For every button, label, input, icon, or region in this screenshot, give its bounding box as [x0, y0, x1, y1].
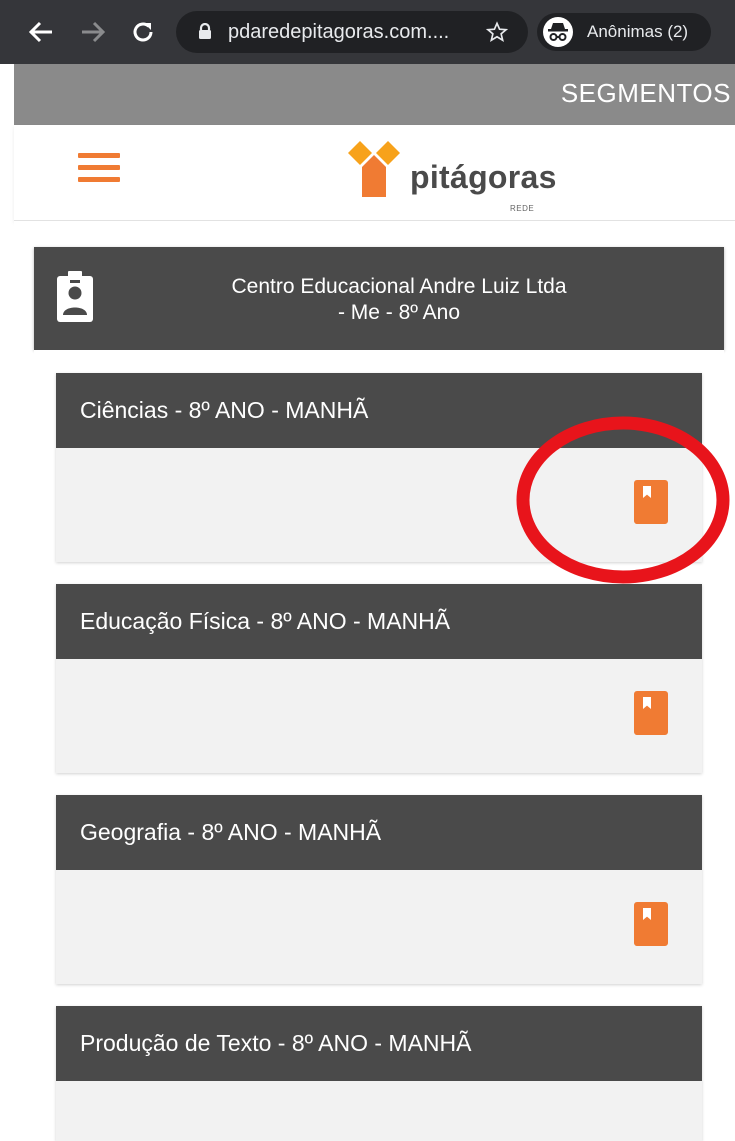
- book-icon[interactable]: [634, 902, 668, 946]
- course-title: Geografia - 8º ANO - MANHÃ: [80, 819, 382, 845]
- course-list: Ciências - 8º ANO - MANHÃ Educação Físic…: [34, 350, 724, 1141]
- school-grade: - Me - 8º Ano: [337, 301, 461, 324]
- course-title: Produção de Texto - 8º ANO - MANHÃ: [80, 1030, 472, 1056]
- arrow-right-icon: [82, 21, 106, 43]
- course-title: Educação Física - 8º ANO - MANHÃ: [80, 608, 451, 634]
- logo-wordmark: pitágoras: [410, 159, 557, 195]
- incognito-profile-chip[interactable]: Anônimas (2): [537, 13, 711, 51]
- browser-toolbar: pdaredepitagoras.com.... Anônimas (2): [0, 0, 735, 64]
- book-icon[interactable]: [634, 480, 668, 524]
- incognito-icon: [543, 17, 573, 47]
- segments-bar: SEGMENTOS: [14, 64, 735, 125]
- lock-icon: [199, 23, 211, 39]
- pitagoras-logo-mark: [348, 141, 400, 197]
- address-bar[interactable]: pdaredepitagoras.com....: [176, 11, 528, 53]
- forward-button[interactable]: [78, 16, 108, 48]
- site-header: pitágoras REDE: [14, 125, 735, 221]
- menu-button[interactable]: [78, 153, 120, 183]
- reload-button[interactable]: [128, 16, 158, 48]
- reload-icon: [133, 22, 153, 42]
- book-icon[interactable]: [634, 691, 668, 735]
- hamburger-icon: [78, 153, 120, 158]
- star-icon[interactable]: [486, 21, 508, 43]
- school-name: Centro Educacional Andre Luiz Ltda: [231, 275, 567, 298]
- main-content: Centro Educacional Andre Luiz Ltda - Me …: [14, 221, 735, 1141]
- pitagoras-logo[interactable]: pitágoras REDE: [344, 137, 564, 213]
- course-card: Ciências - 8º ANO - MANHÃ: [56, 373, 702, 562]
- arrow-left-icon: [28, 21, 52, 43]
- course-card: Geografia - 8º ANO - MANHÃ: [56, 795, 702, 984]
- back-button[interactable]: [26, 16, 56, 48]
- logo-subtitle: REDE: [510, 204, 535, 213]
- course-card: Educação Física - 8º ANO - MANHÃ: [56, 584, 702, 773]
- id-badge-icon: [57, 271, 93, 322]
- course-title: Ciências - 8º ANO - MANHÃ: [80, 397, 369, 423]
- course-card: Produção de Texto - 8º ANO - MANHÃ: [56, 1006, 702, 1141]
- url-text: pdaredepitagoras.com....: [228, 21, 450, 43]
- segments-link[interactable]: SEGMENTOS: [561, 78, 731, 109]
- profile-label: Anônimas (2): [587, 22, 689, 41]
- school-header: Centro Educacional Andre Luiz Ltda - Me …: [34, 247, 724, 350]
